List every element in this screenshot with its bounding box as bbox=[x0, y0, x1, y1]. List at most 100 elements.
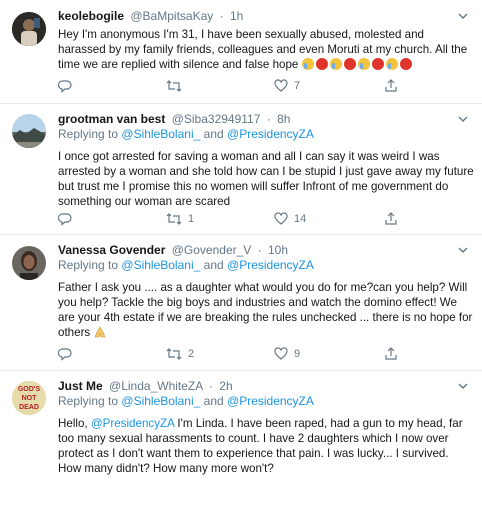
share-button[interactable] bbox=[384, 79, 398, 93]
chevron-down-icon[interactable] bbox=[456, 243, 470, 257]
mention-link[interactable]: @SihleBolani_ bbox=[121, 258, 200, 272]
avatar-image bbox=[12, 246, 46, 280]
retweet-icon bbox=[166, 213, 182, 225]
tweet[interactable]: GOD'S NOT DEAD Just Me @Linda_WhiteZA · … bbox=[0, 371, 482, 510]
share-button[interactable] bbox=[384, 212, 398, 226]
angry-face-icon bbox=[399, 58, 412, 70]
replying-to-label: Replying to bbox=[58, 258, 119, 272]
avatar-image bbox=[12, 12, 46, 46]
avatar[interactable] bbox=[12, 114, 46, 148]
like-count: 14 bbox=[294, 213, 307, 225]
reply-button[interactable] bbox=[58, 347, 72, 361]
tweet-header: keolebogile @BaMpitsaKay · 1h bbox=[58, 9, 474, 24]
reply-icon bbox=[58, 213, 72, 226]
chevron-down-icon[interactable] bbox=[456, 379, 470, 393]
tweet[interactable]: Vanessa Govender @Govender_V · 10h Reply… bbox=[0, 235, 482, 371]
user-handle[interactable]: @Siba32949117 bbox=[172, 112, 261, 126]
retweet-button[interactable]: 1 bbox=[166, 212, 194, 226]
mention-link[interactable]: @SihleBolani_ bbox=[121, 127, 200, 141]
display-name[interactable]: Just Me bbox=[58, 379, 103, 393]
like-count: 7 bbox=[294, 80, 301, 92]
display-name[interactable]: Vanessa Govender bbox=[58, 243, 165, 257]
share-button[interactable] bbox=[384, 347, 398, 361]
avatar-image bbox=[12, 114, 46, 148]
angry-face-icon bbox=[315, 58, 328, 70]
tweet-text: Father I ask you .... as a daughter what… bbox=[58, 280, 474, 340]
like-button[interactable]: 7 bbox=[274, 79, 300, 93]
avatar-image: GOD'S NOT DEAD bbox=[12, 381, 46, 415]
crying-face-icon bbox=[329, 58, 342, 70]
separator-dot: · bbox=[208, 379, 213, 393]
reply-icon bbox=[58, 348, 72, 361]
display-name[interactable]: keolebogile bbox=[58, 9, 124, 23]
tweet-header: Just Me @Linda_WhiteZA · 2h bbox=[58, 379, 474, 394]
share-icon bbox=[385, 79, 397, 92]
replying-to-and: and bbox=[203, 258, 224, 272]
like-count: 9 bbox=[294, 348, 301, 360]
timestamp[interactable]: 8h bbox=[277, 112, 290, 126]
replying-to: Replying to @SihleBolani_ and @Presidenc… bbox=[58, 394, 474, 409]
replying-to-and: and bbox=[203, 394, 224, 408]
avatar-logo-text: DEAD bbox=[19, 404, 39, 411]
mention-link[interactable]: @SihleBolani_ bbox=[121, 394, 200, 408]
retweet-button[interactable] bbox=[166, 79, 188, 93]
heart-icon bbox=[274, 212, 288, 225]
display-name[interactable]: grootman van best bbox=[58, 112, 165, 126]
share-icon bbox=[385, 212, 397, 225]
folded-hands-icon bbox=[95, 326, 106, 338]
avatar-logo-text: GOD'S bbox=[18, 386, 41, 393]
mention-link[interactable]: @PresidencyZA bbox=[227, 258, 314, 272]
timestamp[interactable]: 10h bbox=[268, 243, 288, 257]
user-handle[interactable]: @Govender_V bbox=[172, 243, 252, 257]
avatar[interactable] bbox=[12, 12, 46, 46]
angry-face-icon bbox=[343, 58, 356, 70]
tweet-header: Vanessa Govender @Govender_V · 10h bbox=[58, 243, 474, 258]
retweet-count: 2 bbox=[188, 348, 195, 360]
crying-face-icon bbox=[385, 58, 398, 70]
tweet[interactable]: grootman van best @Siba32949117 · 8h Rep… bbox=[0, 104, 482, 235]
avatar[interactable]: GOD'S NOT DEAD bbox=[12, 381, 46, 415]
user-handle[interactable]: @BaMpitsaKay bbox=[130, 9, 213, 23]
retweet-icon bbox=[166, 348, 182, 360]
heart-icon bbox=[274, 79, 288, 92]
heart-icon bbox=[274, 347, 288, 360]
separator-dot: · bbox=[266, 112, 271, 126]
replying-to-and: and bbox=[203, 127, 224, 141]
timestamp[interactable]: 2h bbox=[219, 379, 232, 393]
timestamp[interactable]: 1h bbox=[230, 9, 243, 23]
crying-face-icon bbox=[301, 58, 314, 70]
replying-to: Replying to @SihleBolani_ and @Presidenc… bbox=[58, 127, 474, 142]
crying-face-icon bbox=[357, 58, 370, 70]
tweet-text: Hey I'm anonymous I'm 31, I have been se… bbox=[58, 27, 474, 72]
retweet-button[interactable]: 2 bbox=[166, 347, 194, 361]
like-button[interactable]: 9 bbox=[274, 347, 300, 361]
replying-to: Replying to @SihleBolani_ and @Presidenc… bbox=[58, 258, 474, 273]
tweet[interactable]: keolebogile @BaMpitsaKay · 1h Hey I'm an… bbox=[0, 0, 482, 104]
avatar[interactable] bbox=[12, 246, 46, 280]
avatar-logo-text: NOT bbox=[22, 395, 38, 402]
mention-link[interactable]: @PresidencyZA bbox=[227, 394, 314, 408]
tweet-header: grootman van best @Siba32949117 · 8h bbox=[58, 112, 474, 127]
reply-icon bbox=[58, 80, 72, 93]
separator-dot: · bbox=[257, 243, 262, 257]
retweet-icon bbox=[166, 80, 182, 92]
mention-link[interactable]: @PresidencyZA bbox=[91, 417, 174, 430]
mention-link[interactable]: @PresidencyZA bbox=[227, 127, 314, 141]
separator-dot: · bbox=[219, 9, 224, 23]
retweet-count: 1 bbox=[188, 213, 195, 225]
emoji-row bbox=[301, 58, 414, 71]
tweet-body-prefix: Hello, bbox=[58, 417, 91, 430]
tweet-body: Father I ask you .... as a daughter what… bbox=[58, 281, 473, 339]
replying-to-label: Replying to bbox=[58, 394, 119, 408]
share-icon bbox=[385, 347, 397, 360]
user-handle[interactable]: @Linda_WhiteZA bbox=[109, 379, 203, 393]
chevron-down-icon[interactable] bbox=[456, 9, 470, 23]
angry-face-icon bbox=[371, 58, 384, 70]
replying-to-label: Replying to bbox=[58, 127, 119, 141]
reply-button[interactable] bbox=[58, 79, 72, 93]
tweet-text: Hello, @PresidencyZA I'm Linda. I have b… bbox=[58, 416, 474, 476]
reply-button[interactable] bbox=[58, 212, 72, 226]
like-button[interactable]: 14 bbox=[274, 212, 306, 226]
tweet-text: I once got arrested for saving a woman a… bbox=[58, 150, 474, 208]
chevron-down-icon[interactable] bbox=[456, 112, 470, 126]
